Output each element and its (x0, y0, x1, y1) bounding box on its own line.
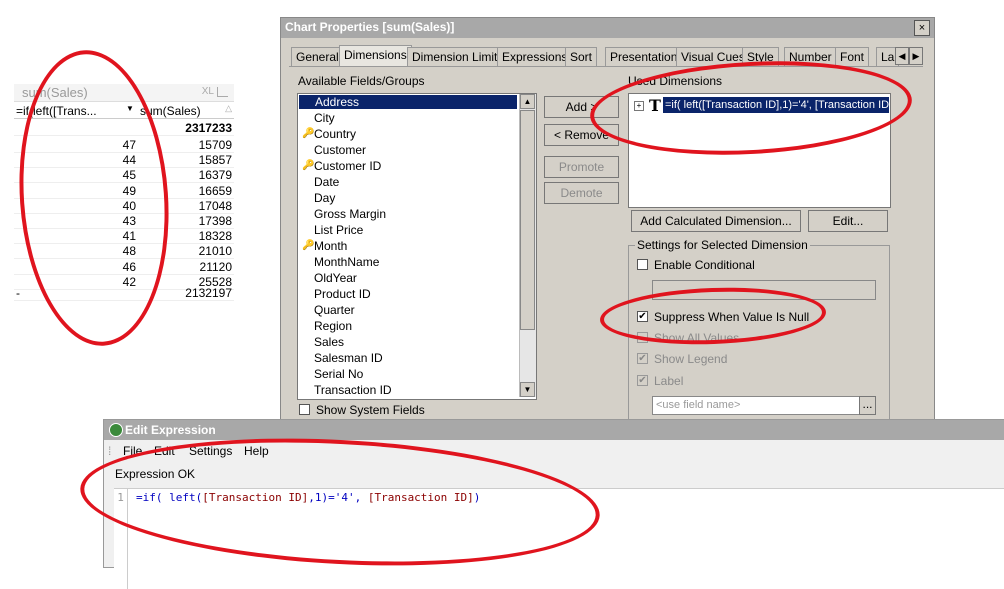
fields-scrollbar[interactable]: ▲ ▼ (519, 94, 536, 397)
field-item[interactable]: Country (314, 127, 356, 141)
tab-expressions[interactable]: Expressions (497, 47, 573, 66)
scroll-up-icon[interactable]: ▲ (520, 94, 535, 109)
value-cell: 21120 (199, 259, 232, 274)
field-item[interactable]: Month (314, 239, 347, 253)
field-item[interactable]: Transaction ID (314, 383, 392, 397)
label-ellipsis-button[interactable]: ... (859, 396, 876, 415)
null-dimension: - (16, 286, 20, 300)
field-item[interactable]: OldYear (314, 271, 357, 285)
scroll-thumb[interactable] (520, 110, 535, 330)
value-cell: 17398 (198, 214, 232, 228)
dialog-title: Chart Properties [sum(Sales)] (285, 20, 455, 34)
field-item[interactable]: List Price (314, 223, 363, 237)
field-item[interactable]: Customer ID (314, 159, 381, 173)
settings-group-title: Settings for Selected Dimension (635, 238, 810, 252)
field-item[interactable]: Product ID (314, 287, 371, 301)
field-item[interactable]: Day (314, 191, 335, 205)
value-cell: 15709 (198, 138, 232, 152)
field-item[interactable]: City (314, 111, 335, 125)
promote-button[interactable]: Promote (544, 156, 619, 178)
null-value: 2132197 (185, 286, 232, 300)
field-item[interactable]: Serial No (314, 367, 363, 381)
scroll-down-icon[interactable]: ▼ (520, 382, 535, 397)
excel-export-icon[interactable]: XL (202, 86, 214, 97)
sort-indicator-icon: △ (225, 103, 232, 113)
tab-dimension-limits[interactable]: Dimension Limits (407, 47, 509, 66)
value-cell: 21010 (198, 244, 232, 259)
tab-sort[interactable]: Sort (565, 47, 598, 66)
key-icon: 🔑 (302, 240, 315, 251)
available-fields-list[interactable]: Address City Country 🔑 Customer Customer ID 🔑 D… (297, 93, 537, 400)
show-system-fields-label: Show System Fields (316, 403, 425, 417)
label-field[interactable]: <use field name> (652, 396, 860, 415)
total-value: 2317233 (185, 121, 232, 135)
field-item[interactable]: Quarter (314, 303, 355, 317)
field-item[interactable]: Customer (314, 143, 366, 157)
show-legend-label: Show Legend (654, 352, 728, 366)
show-system-fields-checkbox[interactable] (299, 404, 310, 415)
value-cell: 16379 (198, 168, 232, 183)
edit-expression-titlebar[interactable]: Edit Expression (104, 420, 1004, 440)
key-icon: 🔑 (302, 128, 315, 139)
tab-general[interactable]: General (291, 47, 344, 66)
value-cell: 16659 (198, 183, 232, 198)
dialog-titlebar[interactable]: Chart Properties [sum(Sales)] × (281, 18, 934, 38)
close-icon[interactable]: × (914, 20, 930, 36)
value-cell: 15857 (198, 153, 232, 168)
edit-button[interactable]: Edit... (808, 210, 888, 232)
menu-grip-icon: ⁞ (108, 444, 112, 458)
tab-presentation[interactable]: Presentation (605, 47, 683, 66)
field-item[interactable]: Address (299, 95, 517, 109)
tab-scroll-right-icon[interactable]: ▶ (909, 47, 923, 65)
chart-toggle-icon[interactable] (217, 87, 228, 97)
add-calculated-dimension-button[interactable]: Add Calculated Dimension... (631, 210, 801, 232)
show-legend-checkbox[interactable]: ✔ (637, 353, 648, 364)
field-item[interactable]: Salesman ID (314, 351, 383, 365)
value-cell: 17048 (198, 198, 232, 213)
tab-dimensions[interactable]: Dimensions (339, 45, 412, 67)
enable-conditional-label: Enable Conditional (654, 258, 755, 272)
field-item[interactable]: MonthName (314, 255, 379, 269)
label-checkbox[interactable]: ✔ (637, 375, 648, 386)
label-label: Label (654, 374, 684, 388)
field-item[interactable]: Date (314, 175, 339, 189)
field-item[interactable]: Gross Margin (314, 207, 386, 221)
tab-font[interactable]: Font (835, 47, 870, 66)
demote-button[interactable]: Demote (544, 182, 619, 204)
field-item[interactable]: Sales (314, 335, 344, 349)
available-fields-label: Available Fields/Groups (298, 74, 425, 88)
qlikview-logo-icon (109, 423, 123, 437)
value-cell: 18328 (198, 229, 232, 244)
enable-conditional-checkbox[interactable] (637, 259, 648, 270)
tab-scroll-left-icon[interactable]: ◀ (895, 47, 909, 65)
edit-expression-title: Edit Expression (125, 423, 216, 437)
field-item[interactable]: Region (314, 319, 352, 333)
key-icon: 🔑 (302, 160, 315, 171)
